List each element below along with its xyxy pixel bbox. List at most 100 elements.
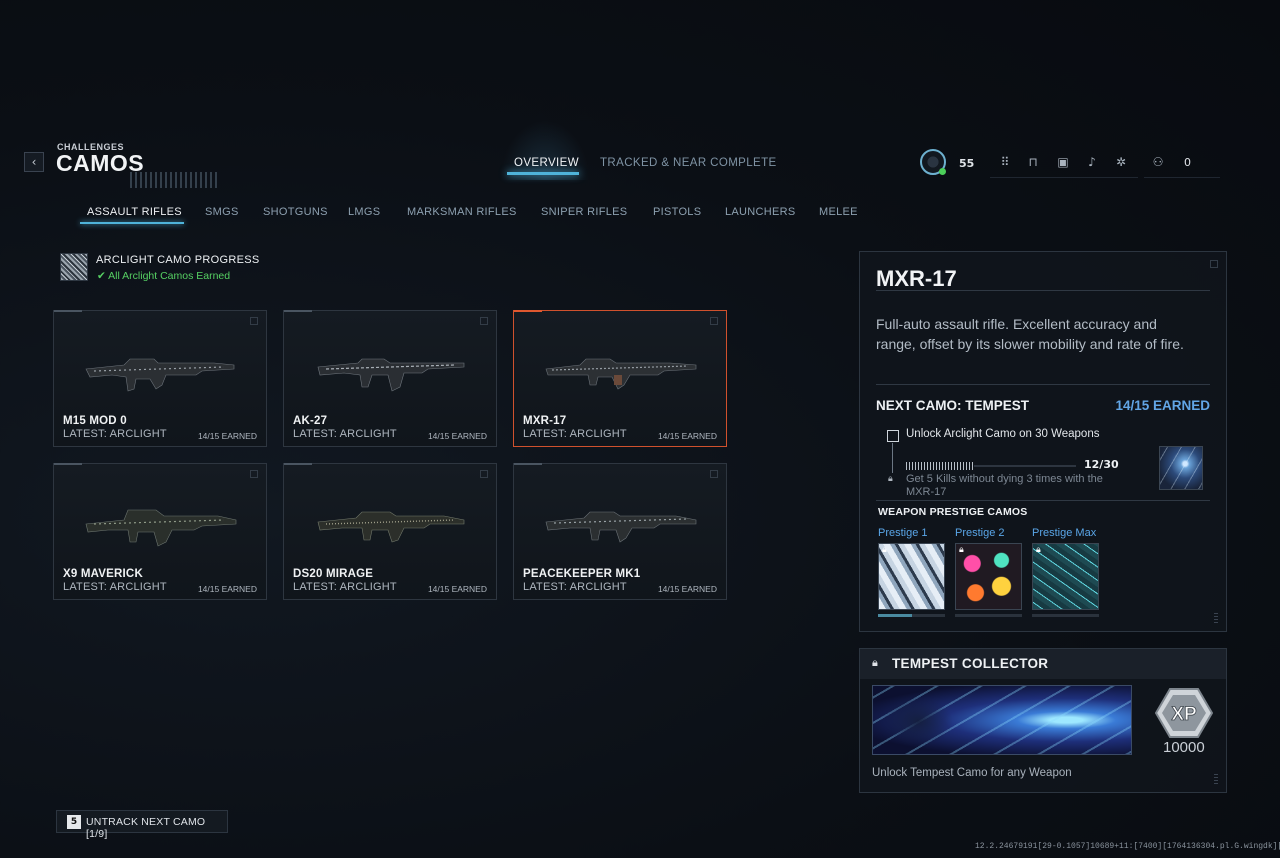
xp-icon: XP	[1155, 688, 1213, 738]
bell-icon[interactable]: ♪	[1084, 154, 1100, 170]
card-corner	[250, 317, 258, 325]
panel-corner	[1210, 260, 1218, 268]
tab-assault-rifles[interactable]: ASSAULT RIFLES	[87, 206, 182, 218]
challenge-2-text: Get 5 Kills without dying 3 times with t…	[906, 473, 1103, 498]
arclight-progress-title: ARCLIGHT CAMO PROGRESS	[96, 254, 260, 266]
grid-icon[interactable]: ⠿	[997, 154, 1013, 170]
card-corner	[480, 470, 488, 478]
detail-description: Full-auto assault rifle. Excellent accur…	[876, 316, 1184, 352]
card-progress-line	[284, 463, 312, 465]
build-version: 12.2.24679191[29-0.1057]10689+11:[7400][…	[975, 842, 1280, 851]
weapon-latest-camo: LATEST: ARCLIGHT	[523, 428, 627, 440]
weapon-latest-camo: LATEST: ARCLIGHT	[293, 428, 397, 440]
tab-melee[interactable]: MELEE	[819, 206, 858, 218]
tab-marksman-rifles[interactable]: MARKSMAN RIFLES	[407, 206, 517, 218]
weapon-image	[545, 358, 697, 390]
card-corner	[710, 317, 718, 325]
challenge-progress-count: 12/30	[1084, 458, 1119, 471]
tempest-camo-preview[interactable]	[1159, 446, 1203, 490]
tab-lmgs[interactable]: LMGS	[348, 206, 380, 218]
tab-launchers[interactable]: LAUNCHERS	[725, 206, 796, 218]
divider	[876, 500, 1210, 501]
tab-sniper-rifles[interactable]: SNIPER RIFLES	[541, 206, 627, 218]
weapon-card-peacekeeper-mk1[interactable]: PEACEKEEPER MK1 LATEST: ARCLIGHT 14/15 E…	[513, 463, 727, 600]
weapon-name: PEACEKEEPER MK1	[523, 568, 641, 580]
lock-icon: 🔒︎	[882, 545, 887, 555]
collector-title: TEMPEST COLLECTOR	[892, 656, 1049, 671]
weapon-earned-count: 14/15 EARNED	[657, 584, 717, 594]
weapon-earned-count: 14/15 EARNED	[197, 584, 257, 594]
unlock-icon[interactable]: ⊓	[1025, 154, 1041, 170]
xp-amount: 10000	[1163, 739, 1205, 756]
prestige-1-camo[interactable]: 🔒︎	[878, 543, 945, 610]
lock-icon: 🔒︎	[1036, 545, 1041, 555]
weapon-earned-count: 14/15 EARNED	[657, 431, 717, 441]
gear-icon[interactable]: ✲	[1113, 154, 1129, 170]
collector-calling-card[interactable]	[872, 685, 1132, 755]
player-level: 55	[959, 157, 975, 170]
weapon-latest-camo: LATEST: ARCLIGHT	[63, 428, 167, 440]
weapon-card-ds20-mirage[interactable]: DS20 MIRAGE LATEST: ARCLIGHT 14/15 EARNE…	[283, 463, 497, 600]
weapon-name: X9 MAVERICK	[63, 568, 143, 580]
lock-icon: 🔒︎	[872, 656, 878, 669]
weapon-image	[317, 358, 465, 392]
active-category-indicator	[80, 222, 184, 224]
tab-tracked-near-complete[interactable]: TRACKED & NEAR COMPLETE	[600, 157, 777, 169]
svg-text:XP: XP	[1171, 704, 1197, 725]
weapon-image	[545, 511, 697, 543]
weapon-name: DS20 MIRAGE	[293, 568, 374, 580]
arclight-status: ✔ All Arclight Camos Earned	[97, 270, 230, 282]
challenge-1-text: Unlock Arclight Camo on 30 Weapons	[906, 428, 1100, 440]
prestige-1-progress	[878, 614, 945, 617]
player-level-badge[interactable]	[920, 149, 946, 175]
back-button[interactable]: ‹	[24, 152, 44, 172]
card-progress-line	[54, 310, 82, 312]
untrack-label: UNTRACK NEXT CAMO [1/9]	[86, 816, 206, 840]
prestige-max-label: Prestige Max	[1032, 527, 1097, 539]
weapon-latest-camo: LATEST: ARCLIGHT	[63, 581, 167, 593]
next-camo-earned: 14/15 EARNED	[1115, 398, 1210, 413]
challenge-progress-track	[974, 465, 1076, 467]
card-corner	[250, 470, 258, 478]
tab-overview[interactable]: OVERVIEW	[514, 157, 579, 169]
lock-icon: 🔒︎	[959, 545, 964, 555]
weapon-name: AK-27	[293, 415, 328, 427]
check-icon: ✔	[97, 270, 109, 282]
challenge-checkbox[interactable]	[887, 430, 899, 442]
tab-smgs[interactable]: SMGS	[205, 206, 239, 218]
collector-panel: 🔒︎ TEMPEST COLLECTOR XP 10000 Unlock Tem…	[859, 648, 1227, 793]
weapon-latest-camo: LATEST: ARCLIGHT	[523, 581, 627, 593]
tab-glow	[500, 120, 590, 180]
arclight-status-text: All Arclight Camos Earned	[108, 270, 231, 282]
weapon-image	[317, 511, 465, 543]
tab-shotguns[interactable]: SHOTGUNS	[263, 206, 328, 218]
prestige-2-camo[interactable]: 🔒︎	[955, 543, 1022, 610]
tab-pistols[interactable]: PISTOLS	[653, 206, 701, 218]
card-corner	[710, 470, 718, 478]
divider	[876, 290, 1210, 291]
camera-icon[interactable]: ▣	[1055, 154, 1071, 170]
prestige-camos-title: WEAPON PRESTIGE CAMOS	[878, 506, 1028, 518]
weapon-card-x9-maverick[interactable]: X9 MAVERICK LATEST: ARCLIGHT 14/15 EARNE…	[53, 463, 267, 600]
weapon-earned-count: 14/15 EARNED	[427, 584, 487, 594]
card-progress-line	[514, 463, 542, 465]
weapon-image	[85, 509, 237, 547]
keybind-badge: 5	[67, 815, 81, 829]
arclight-camo-thumbnail	[60, 253, 88, 281]
weapon-card-ak-27[interactable]: AK-27 LATEST: ARCLIGHT 14/15 EARNED	[283, 310, 497, 447]
untrack-next-camo-button[interactable]: 5 UNTRACK NEXT CAMO [1/9]	[56, 810, 228, 840]
scroll-indicator[interactable]	[1214, 774, 1218, 786]
title-decoration	[130, 172, 220, 188]
friends-icon[interactable]: ⚇	[1150, 154, 1166, 170]
weapon-detail-panel: MXR-17 Full-auto assault rifle. Excellen…	[859, 251, 1227, 632]
prestige-max-progress	[1032, 614, 1099, 617]
prestige-2-progress	[955, 614, 1022, 617]
lock-icon: 🔒︎	[888, 474, 893, 484]
prestige-max-camo[interactable]: 🔒︎	[1032, 543, 1099, 610]
weapon-name: MXR-17	[523, 415, 567, 427]
weapon-name: M15 MOD 0	[63, 415, 127, 427]
weapon-card-mxr-17[interactable]: MXR-17 LATEST: ARCLIGHT 14/15 EARNED	[513, 310, 727, 447]
weapon-card-m15-mod-0[interactable]: M15 MOD 0 LATEST: ARCLIGHT 14/15 EARNED	[53, 310, 267, 447]
scroll-indicator[interactable]	[1214, 613, 1218, 625]
collector-description: Unlock Tempest Camo for any Weapon	[872, 767, 1072, 779]
